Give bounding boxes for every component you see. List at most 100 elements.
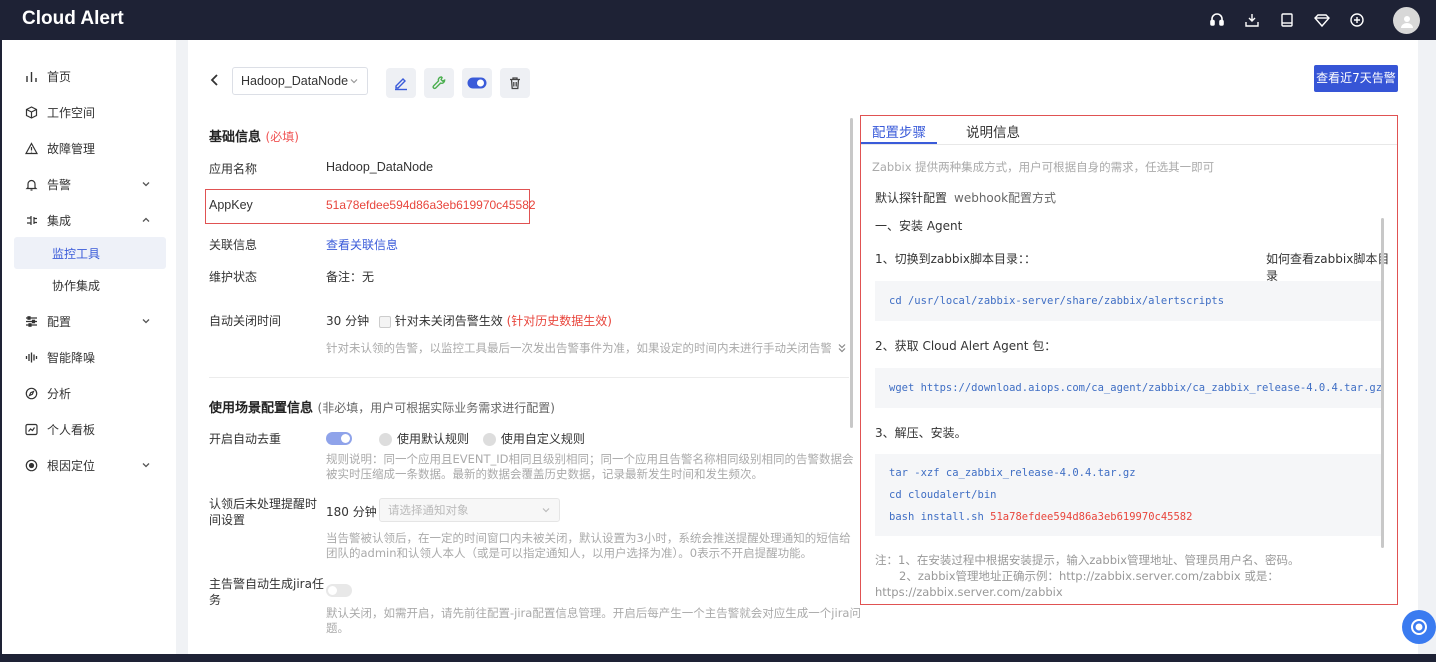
appkey-value[interactable]: 51a78efdee594d86a3eb619970c45582 (326, 198, 536, 212)
dedup-hint-2: 被实时压缩成一条数据。最新的数据会覆盖历史数据，记录最新发生时间和发生频次。 (326, 467, 763, 481)
section-divider (209, 377, 849, 378)
remind-label-1: 认领后未处理提醒时 (209, 497, 318, 511)
notify-target-select[interactable]: 请选择通知对象 (379, 498, 560, 522)
diamond-icon[interactable] (1313, 11, 1331, 29)
dedup-radios: 使用默认规则 使用自定义规则 (379, 430, 585, 447)
sidebar-item-workspace[interactable]: 工作空间 (14, 96, 166, 128)
sidebar-item-home[interactable]: 首页 (14, 60, 166, 92)
zabbix-dir-help-link[interactable]: 如何查看zabbix脚本目录 (1266, 250, 1397, 284)
tab-config-steps[interactable]: 配置步骤 (872, 121, 926, 141)
dedup-hint-1: 规则说明：同一个应用且EVENT_ID相同且级别相同；同一个应用且告警名称相同级… (326, 452, 854, 466)
tab-divider (861, 144, 1397, 145)
edit-button[interactable] (386, 68, 416, 98)
code-block-install[interactable]: tar -xzf ca_zabbix_release-4.0.4.tar.gz … (875, 454, 1381, 536)
auto-close-label: 自动关闭时间 (209, 314, 282, 328)
warning-icon (24, 141, 38, 155)
auto-close-history-note: (针对历史数据生效) (506, 314, 612, 328)
top-navbar: Cloud Alert (0, 0, 1436, 40)
window-bottom-edge (0, 654, 1436, 662)
related-info-link[interactable]: 查看关联信息 (326, 236, 398, 253)
install-cmd: bash install.sh (889, 511, 991, 523)
enable-toggle-button[interactable] (462, 68, 492, 98)
book-icon[interactable] (1278, 11, 1296, 29)
plus-circle-icon[interactable] (1348, 11, 1366, 29)
delete-button[interactable] (500, 68, 530, 98)
user-avatar[interactable] (1393, 7, 1420, 34)
waveform-icon (24, 350, 38, 364)
jira-toggle[interactable] (326, 584, 352, 597)
sidebar-item-label: 智能降噪 (47, 350, 96, 365)
brand-logo[interactable]: Cloud Alert (22, 8, 124, 30)
app-frame: 首页 工作空间 故障管理 告警 集成 监控工具 协作集成 配置 智能降噪 分析 … (2, 40, 1436, 654)
jira-label-2: 务 (209, 593, 222, 607)
sidebar-item-label: 个人看板 (47, 422, 96, 437)
sidebar-item-dashboard[interactable]: 个人看板 (14, 413, 166, 445)
toggle-on-icon (467, 77, 487, 89)
dedup-label: 开启自动去重 (209, 432, 282, 446)
sidebar-item-alerts[interactable]: 告警 (14, 168, 166, 200)
sliders-icon (24, 314, 38, 328)
radio-default-rule[interactable] (379, 433, 392, 446)
sidebar-item-label: 故障管理 (47, 141, 96, 156)
tool-selector-value: Hadoop_DataNode (241, 74, 349, 88)
code-line-install: bash install.sh 51a78efdee594d86a3eb6199… (889, 506, 1381, 528)
double-chevron-down-icon[interactable] (837, 342, 847, 354)
trash-icon (510, 77, 520, 90)
wrench-button[interactable] (424, 68, 454, 98)
step-install-agent: 一、安装 Agent (875, 219, 963, 233)
form-scrollbar[interactable] (850, 118, 853, 428)
chevron-down-icon (542, 508, 550, 513)
compass-icon (24, 386, 38, 400)
jira-hint-1: 默认关闭，如需开启，请先前往配置-jira配置信息管理。开启后每产生一个主告警就… (326, 606, 861, 620)
sidebar-item-root-cause[interactable]: 根因定位 (14, 449, 166, 481)
sidebar-item-noise-reduction[interactable]: 智能降噪 (14, 341, 166, 373)
sidebar-item-incident[interactable]: 故障管理 (14, 132, 166, 164)
sidebar-item-analysis[interactable]: 分析 (14, 377, 166, 409)
recent-alerts-button[interactable]: 查看近7天告警 (1314, 65, 1398, 92)
tab-description[interactable]: 说明信息 (966, 121, 1020, 141)
step2-text: 2、获取 Cloud Alert Agent 包： (875, 339, 1057, 353)
bar-chart-icon (24, 69, 38, 83)
chevron-down-icon (142, 319, 150, 324)
step3-text: 3、解压、安装。 (875, 426, 967, 440)
bell-icon (24, 177, 38, 191)
tool-selector[interactable]: Hadoop_DataNode (232, 67, 368, 95)
sidebar-item-label: 集成 (47, 213, 72, 228)
download-icon[interactable] (1243, 11, 1261, 29)
headset-icon[interactable] (1208, 11, 1226, 29)
radio-default-label: 使用默认规则 (397, 432, 470, 446)
sidebar-item-collab-integration[interactable]: 协作集成 (14, 269, 166, 301)
related-info-label: 关联信息 (209, 238, 258, 252)
method-tab-webhook[interactable]: webhook配置方式 (954, 189, 1056, 206)
help-float-button[interactable] (1402, 610, 1436, 644)
sidebar-item-label: 配置 (47, 314, 72, 329)
code-block-cd[interactable]: cd /usr/local/zabbix-server/share/zabbix… (875, 281, 1381, 321)
dedup-toggle[interactable] (326, 432, 352, 445)
main-panel: Hadoop_DataNode 查看近7天告警 基础信息 (必填) 应用名称 H… (188, 40, 1418, 654)
auto-close-row: 30 分钟 针对未关闭告警生效 (针对历史数据生效) (326, 312, 612, 329)
note-line-1: 注：1、在安装过程中根据安装提示，输入zabbix管理地址、管理员用户名、密码。 (875, 553, 1300, 567)
config-guide-panel: 配置步骤 说明信息 Zabbix 提供两种集成方式，用户可根据自身的需求，任选其… (860, 115, 1398, 605)
sidebar-item-config[interactable]: 配置 (14, 305, 166, 337)
code-line: cd /usr/local/zabbix-server/share/zabbix… (889, 295, 1225, 307)
sidebar-item-monitor-tools[interactable]: 监控工具 (14, 237, 166, 269)
guide-scrollbar[interactable] (1381, 218, 1384, 548)
required-mark: (必填) (265, 130, 299, 144)
jira-hint-2: 题。 (326, 621, 349, 635)
note-line-3: https://zabbix.server.com/zabbix (875, 585, 1063, 599)
target-icon (24, 458, 38, 472)
wrench-icon (432, 76, 446, 90)
sidebar-item-label: 工作空间 (47, 105, 96, 120)
chevron-down-icon (142, 463, 150, 468)
auto-close-hint: 针对未认领的告警，以监控工具最后一次发出告警事件为准，如果设定的时间内未进行手动… (326, 341, 831, 355)
sidebar-item-label: 首页 (47, 69, 72, 84)
code-line: cd cloudalert/bin (889, 489, 997, 501)
method-tab-default[interactable]: 默认探针配置 (875, 189, 947, 206)
radio-custom-rule[interactable] (482, 433, 496, 446)
code-line: wget https://download.aiops.com/ca_agent… (889, 382, 1383, 394)
sidebar: 首页 工作空间 故障管理 告警 集成 监控工具 协作集成 配置 智能降噪 分析 … (2, 40, 176, 654)
code-block-wget[interactable]: wget https://download.aiops.com/ca_agent… (875, 368, 1383, 408)
auto-close-checkbox[interactable] (378, 315, 391, 328)
back-arrow-icon[interactable] (208, 73, 222, 87)
sidebar-item-integration[interactable]: 集成 (14, 204, 166, 236)
